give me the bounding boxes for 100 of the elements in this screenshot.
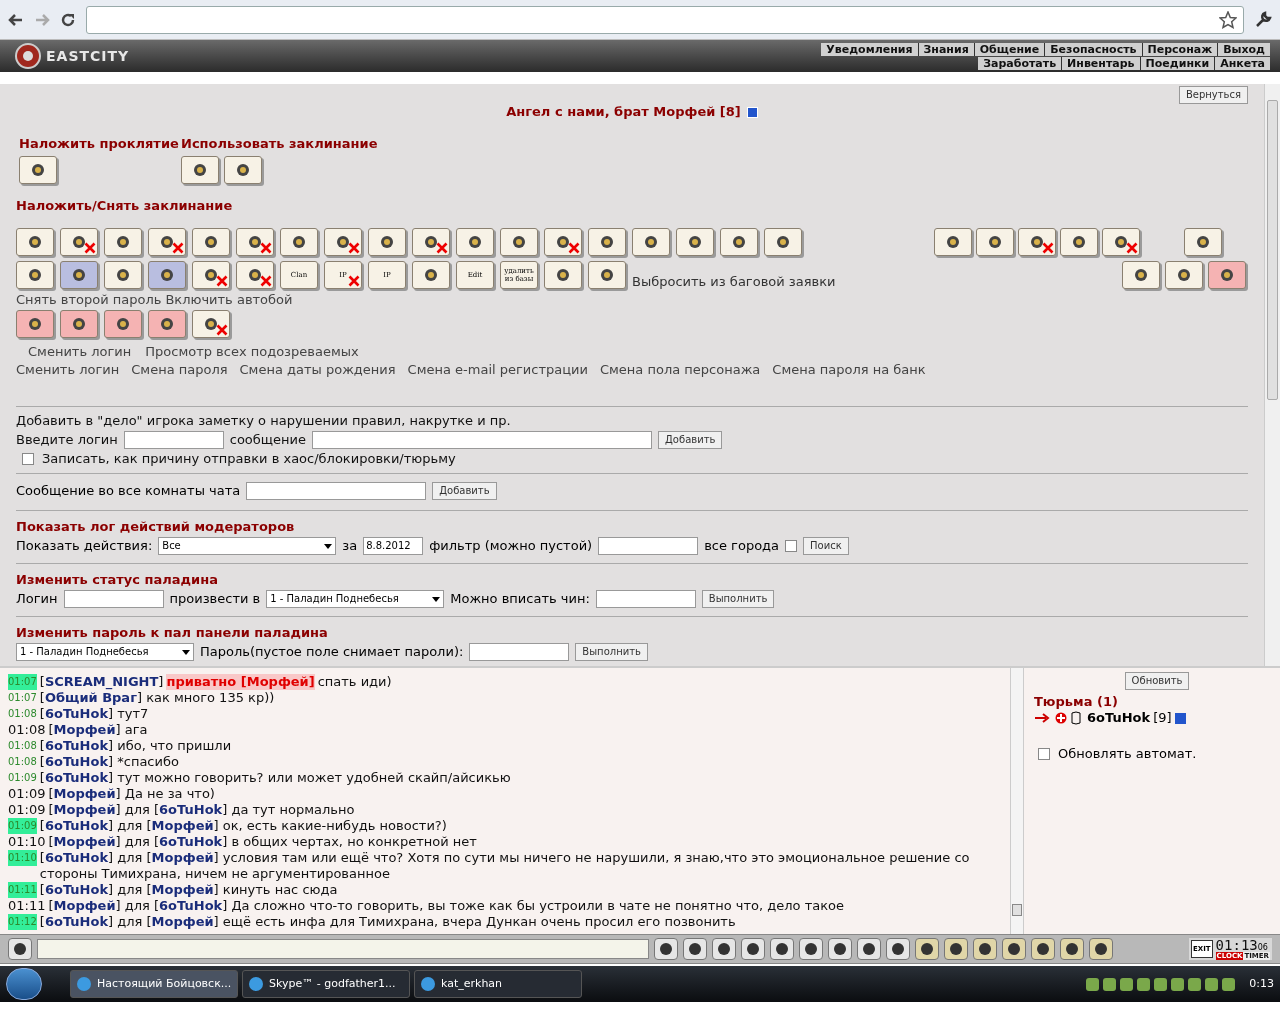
dropdown[interactable]: 1 - Паладин Поднебесья: [266, 590, 445, 608]
star-icon[interactable]: [1219, 10, 1237, 29]
reload-icon[interactable]: [60, 11, 76, 28]
spell-scroll-icon[interactable]: [676, 228, 714, 256]
spell-scroll-icon[interactable]: [148, 228, 186, 256]
taskbar-task[interactable]: kat_erkhan: [414, 970, 582, 998]
spell-scroll-icon[interactable]: [976, 228, 1014, 256]
spell-scroll-icon[interactable]: [104, 261, 142, 289]
spell-scroll-icon[interactable]: [60, 228, 98, 256]
scrollbar[interactable]: [1264, 84, 1280, 666]
date-field[interactable]: 8.8.2012: [363, 537, 424, 555]
spell-link[interactable]: Включить автобой: [165, 292, 293, 308]
spell-link[interactable]: Выбросить из баговой заявки: [632, 274, 836, 290]
login-field[interactable]: [63, 590, 164, 608]
spell-scroll-icon[interactable]: [412, 228, 450, 256]
login-field[interactable]: [123, 431, 224, 449]
checkbox[interactable]: [22, 453, 34, 465]
dropdown[interactable]: 1 - Паладин Поднебесья: [16, 643, 194, 661]
spell-scroll-icon[interactable]: [324, 228, 362, 256]
wrench-icon[interactable]: [1254, 10, 1272, 29]
spell-scroll-icon[interactable]: [456, 228, 494, 256]
execute-button[interactable]: Выполнить: [575, 643, 648, 661]
spell-scroll-icon[interactable]: [368, 228, 406, 256]
spell-scroll-icon[interactable]: [60, 310, 98, 338]
spell-scroll-icon[interactable]: [19, 156, 57, 184]
add-button[interactable]: Добавить: [658, 431, 723, 449]
spell-scroll-icon[interactable]: [192, 261, 230, 289]
back-button[interactable]: Вернуться: [1178, 86, 1248, 104]
spell-scroll-icon[interactable]: [934, 228, 972, 256]
password-field[interactable]: [469, 643, 570, 661]
spell-scroll-icon[interactable]: [1184, 228, 1222, 256]
spell-link[interactable]: Снять второй пароль: [16, 292, 162, 308]
spell-scroll-icon[interactable]: [588, 228, 626, 256]
spell-scroll-icon[interactable]: [544, 228, 582, 256]
header-menu-link[interactable]: Уведомления: [821, 42, 918, 56]
spell-scroll-icon[interactable]: [148, 261, 186, 289]
admin-link[interactable]: Смена пола персонажа: [600, 362, 761, 378]
address-field[interactable]: [86, 5, 1244, 34]
header-menu-link[interactable]: Заработать: [978, 56, 1062, 70]
taskbar-task[interactable]: Настоящий Бойцовск...: [70, 970, 238, 998]
checkbox[interactable]: [785, 540, 798, 552]
rank-field[interactable]: [595, 590, 696, 608]
chat-scrollbar[interactable]: [1010, 668, 1024, 934]
admin-link[interactable]: Смена даты рождения: [239, 362, 396, 378]
start-button[interactable]: [6, 968, 42, 1000]
back-icon[interactable]: [8, 11, 24, 28]
taskbar-task[interactable]: Skype™ - godfather1...: [242, 970, 410, 998]
spell-scroll-icon[interactable]: [16, 310, 54, 338]
chat-message-field[interactable]: [246, 482, 427, 500]
spell-scroll-icon[interactable]: [16, 261, 54, 289]
admin-link[interactable]: Сменить логин: [16, 362, 120, 378]
spell-scroll-icon[interactable]: [16, 228, 54, 256]
admin-link[interactable]: Просмотр всех подозреваемых: [145, 344, 359, 360]
admin-link[interactable]: Смена e-mail регистрации: [407, 362, 588, 378]
spell-scroll-icon[interactable]: [1165, 261, 1203, 289]
header-menu-link[interactable]: Инвентарь: [1061, 56, 1140, 70]
header-menu-link[interactable]: Безопасность: [1044, 42, 1142, 56]
user-name[interactable]: 6oTuHok: [1087, 710, 1151, 726]
refresh-button[interactable]: Обновить: [1124, 672, 1190, 690]
spell-scroll-icon[interactable]: [632, 228, 670, 256]
header-menu-link[interactable]: Персонаж: [1141, 42, 1218, 56]
admin-link[interactable]: Сменить логин: [28, 344, 132, 360]
chat-input-field[interactable]: [37, 939, 649, 959]
spell-scroll-icon[interactable]: [1018, 228, 1056, 256]
spell-scroll-icon[interactable]: [588, 261, 626, 289]
spell-scroll-icon[interactable]: [412, 261, 450, 289]
spell-scroll-icon[interactable]: [544, 261, 582, 289]
header-menu-link[interactable]: Выход: [1217, 42, 1270, 56]
spell-scroll-icon[interactable]: [764, 228, 802, 256]
spell-scroll-icon[interactable]: [1102, 228, 1140, 256]
execute-button[interactable]: Выполнить: [701, 590, 775, 608]
search-button[interactable]: Поиск: [803, 537, 849, 555]
header-menu-link[interactable]: Общение: [973, 42, 1045, 56]
spell-scroll-icon[interactable]: [1060, 228, 1098, 256]
add-button[interactable]: Добавить: [432, 482, 497, 500]
spell-scroll-icon[interactable]: [104, 228, 142, 256]
message-field[interactable]: [312, 431, 653, 449]
header-menu-link[interactable]: Анкета: [1214, 56, 1270, 70]
spell-scroll-icon[interactable]: [280, 228, 318, 256]
spell-scroll-icon[interactable]: [1122, 261, 1160, 289]
filter-field[interactable]: [598, 537, 699, 555]
info-icon[interactable]: [746, 106, 758, 118]
spell-scroll-icon[interactable]: [148, 310, 186, 338]
info-icon[interactable]: [1174, 712, 1186, 724]
checkbox[interactable]: [1038, 748, 1050, 760]
spell-scroll-icon[interactable]: [224, 156, 262, 184]
header-menu-link[interactable]: Поединки: [1139, 56, 1215, 70]
dropdown[interactable]: Все: [158, 537, 337, 555]
spell-scroll-icon[interactable]: [181, 156, 219, 184]
admin-link[interactable]: Смена пароля на банк: [772, 362, 926, 378]
spell-scroll-icon[interactable]: [500, 228, 538, 256]
spell-scroll-icon[interactable]: [236, 261, 274, 289]
spell-scroll-icon[interactable]: [1208, 261, 1246, 289]
spell-scroll-icon[interactable]: [192, 310, 230, 338]
spell-scroll-icon[interactable]: [720, 228, 758, 256]
spell-scroll-icon[interactable]: [104, 310, 142, 338]
header-menu-link[interactable]: Знания: [917, 42, 974, 56]
spell-scroll-icon[interactable]: [236, 228, 274, 256]
message-sender[interactable]: [SCREAM_NIGHT]: [39, 674, 164, 690]
spell-scroll-icon[interactable]: [192, 228, 230, 256]
